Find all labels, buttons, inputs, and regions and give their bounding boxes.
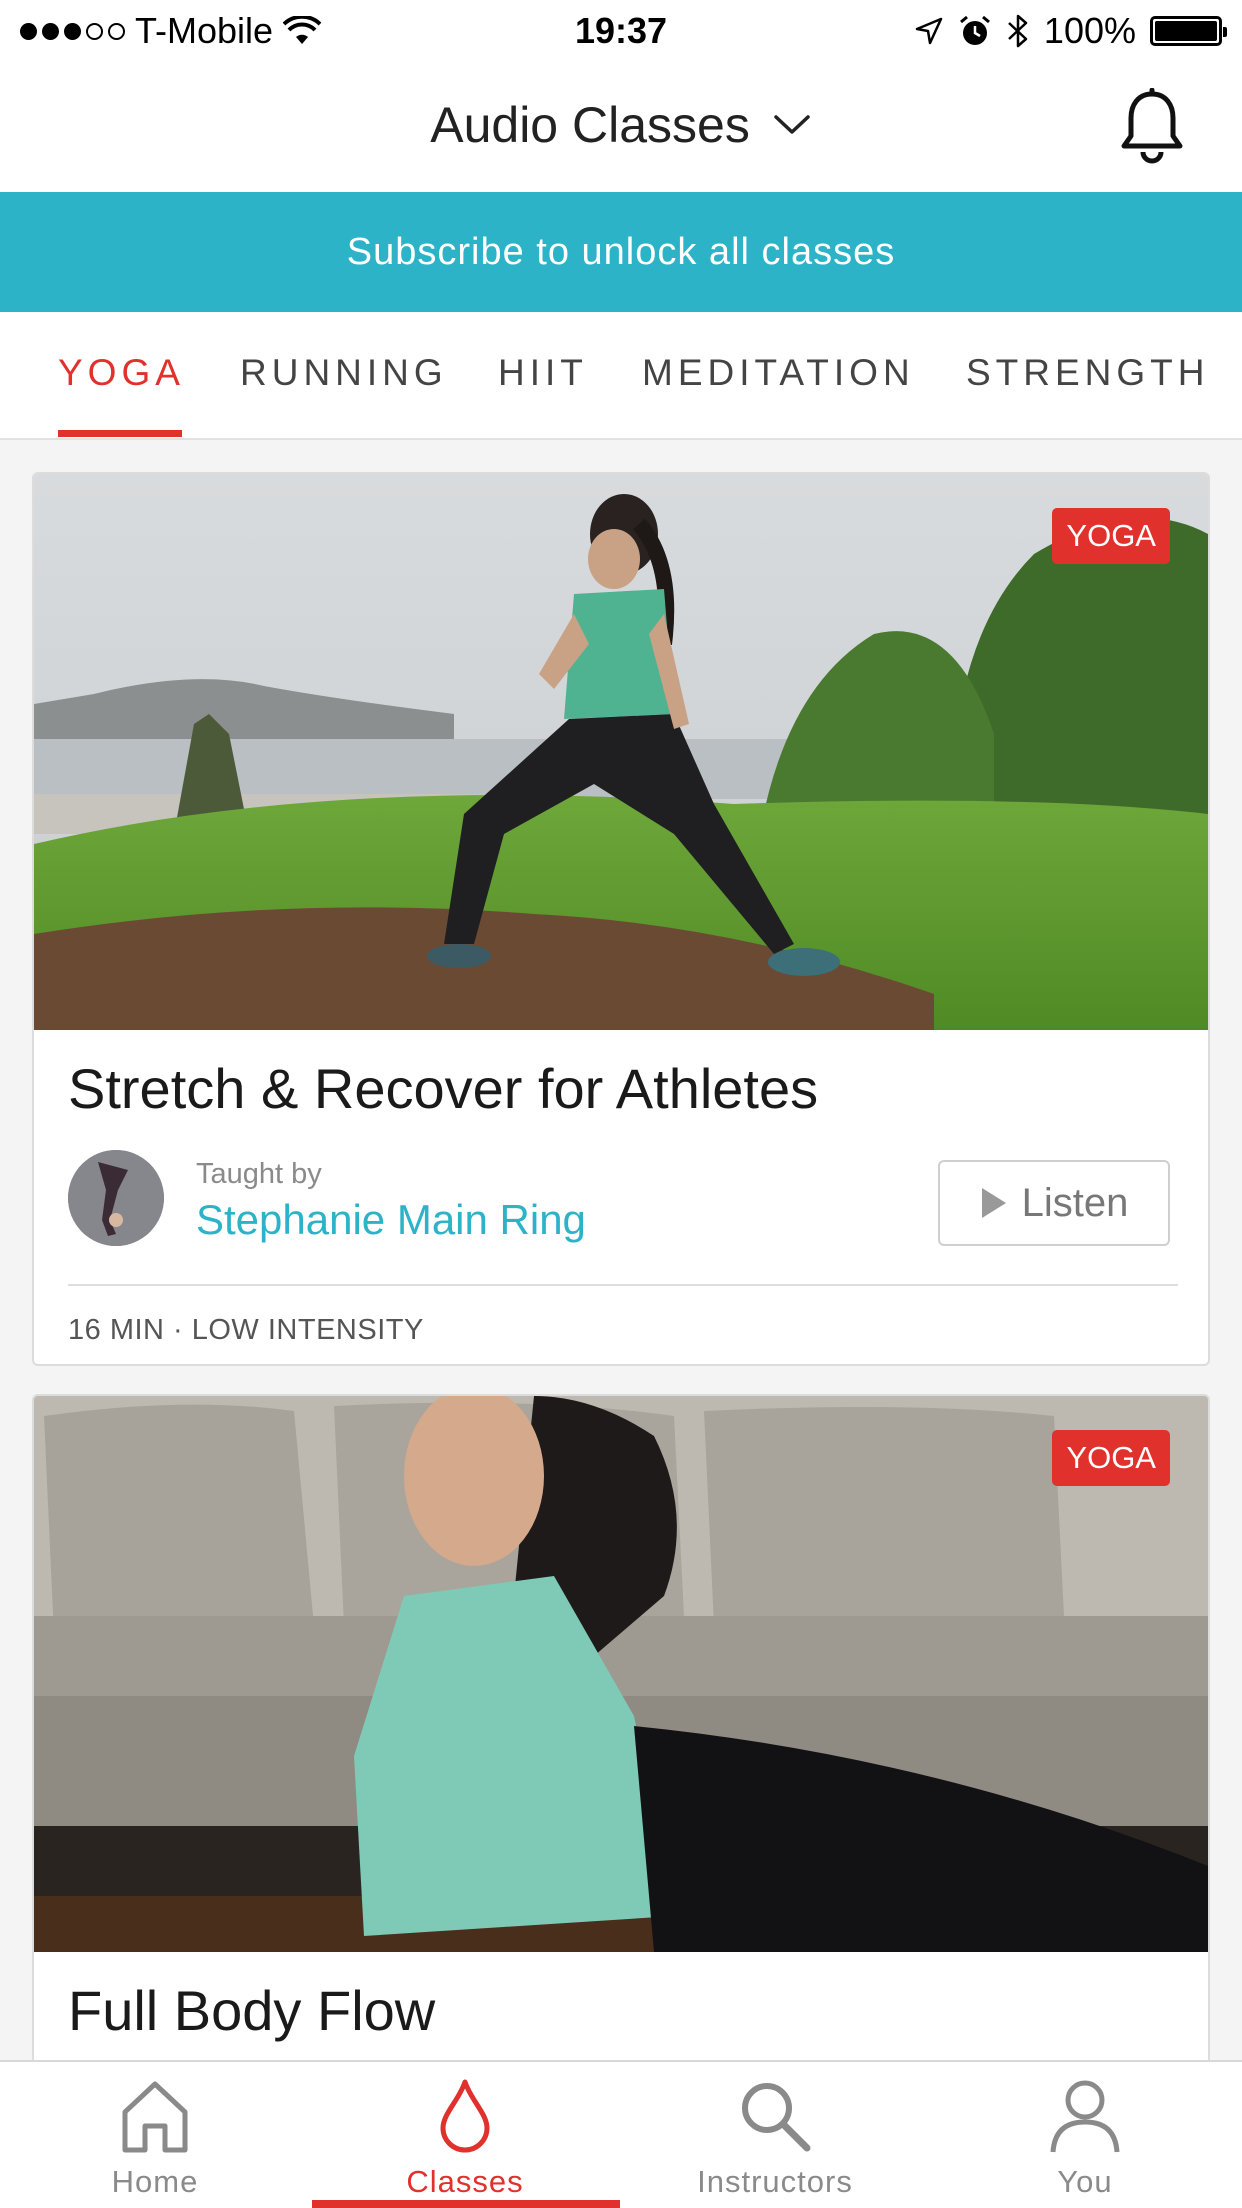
listen-button[interactable]: Listen bbox=[938, 1160, 1170, 1246]
subscribe-banner-text: Subscribe to unlock all classes bbox=[346, 230, 896, 273]
subscribe-banner[interactable]: Subscribe to unlock all classes bbox=[0, 192, 1242, 312]
class-meta: 16 MIN · LOW INTENSITY bbox=[68, 1314, 424, 1346]
app-screen: T-Mobile 19:37 100% Audio Classes Subscr… bbox=[0, 0, 1242, 2208]
bluetooth-icon bbox=[1008, 14, 1028, 48]
tabbar-home-label: Home bbox=[111, 2164, 199, 2199]
class-card[interactable]: YOGA Stretch & Recover for Athletes Taug… bbox=[32, 472, 1210, 1366]
tabbar-you-label: You bbox=[1057, 2164, 1113, 2199]
tabbar-home[interactable]: Home bbox=[0, 2062, 310, 2208]
drop-icon bbox=[440, 2079, 490, 2153]
tabbar-you[interactable]: You bbox=[930, 2062, 1240, 2208]
location-arrow-icon bbox=[915, 17, 943, 45]
section-selector[interactable]: Audio Classes bbox=[0, 92, 1242, 154]
search-icon bbox=[742, 2083, 811, 2152]
person-icon bbox=[1050, 2080, 1120, 2153]
active-tab-indicator bbox=[58, 430, 182, 437]
tabbar-classes[interactable]: Classes bbox=[310, 2062, 620, 2208]
instructor-name[interactable]: Stephanie Main Ring bbox=[196, 1196, 586, 1244]
tab-strength[interactable]: STRENGTH bbox=[966, 352, 1210, 394]
card-divider bbox=[68, 1284, 1178, 1286]
class-title[interactable]: Full Body Flow bbox=[68, 1978, 435, 2043]
class-card[interactable]: YOGA Full Body Flow bbox=[32, 1394, 1210, 2094]
category-badge: YOGA bbox=[1052, 508, 1170, 564]
app-header: Audio Classes bbox=[0, 62, 1242, 192]
tab-hiit[interactable]: HIIT bbox=[498, 352, 588, 394]
page-title[interactable]: Audio Classes bbox=[430, 97, 750, 153]
bell-icon[interactable] bbox=[1118, 88, 1186, 166]
play-icon bbox=[981, 1188, 1006, 1218]
chevron-down-icon[interactable] bbox=[772, 113, 812, 137]
status-bar: T-Mobile 19:37 100% bbox=[0, 0, 1242, 62]
category-badge: YOGA bbox=[1052, 1430, 1170, 1486]
bottom-tab-bar: Home Classes Instructors You bbox=[0, 2060, 1242, 2208]
tabbar-classes-label: Classes bbox=[406, 2164, 524, 2199]
status-right: 100% bbox=[914, 10, 1227, 52]
battery-percent: 100% bbox=[1043, 10, 1136, 51]
alarm-icon bbox=[959, 15, 990, 45]
tabbar-instructors[interactable]: Instructors bbox=[620, 2062, 930, 2208]
tabbar-instructors-label: Instructors bbox=[697, 2164, 853, 2199]
tab-meditation[interactable]: MEDITATION bbox=[642, 352, 915, 394]
instructor-avatar[interactable] bbox=[68, 1150, 164, 1246]
tab-yoga[interactable]: YOGA bbox=[58, 352, 185, 394]
taught-by-label: Taught by bbox=[196, 1158, 322, 1190]
class-title[interactable]: Stretch & Recover for Athletes bbox=[68, 1056, 818, 1121]
home-icon bbox=[122, 2081, 188, 2153]
tab-running[interactable]: RUNNING bbox=[240, 352, 448, 394]
category-tabs: YOGA RUNNING HIIT MEDITATION STRENGTH bbox=[0, 312, 1242, 440]
battery-icon bbox=[1150, 16, 1227, 46]
listen-button-label: Listen bbox=[1021, 1180, 1129, 1225]
class-photo[interactable]: YOGA bbox=[34, 1396, 1208, 1952]
class-photo[interactable]: YOGA bbox=[34, 474, 1208, 1030]
tabbar-active-indicator bbox=[312, 2200, 620, 2208]
